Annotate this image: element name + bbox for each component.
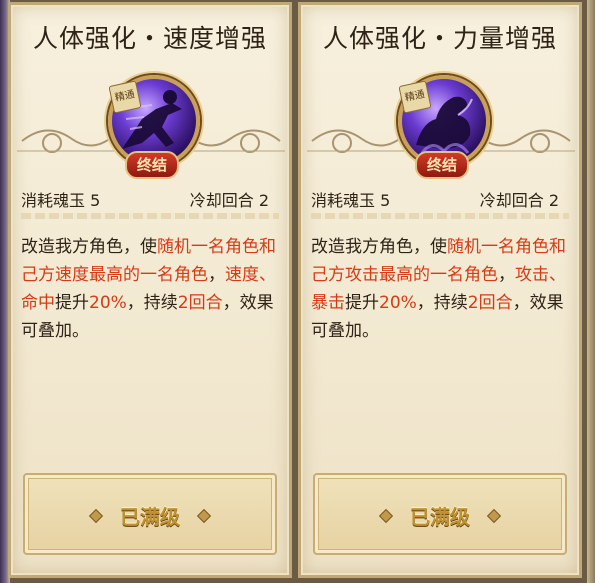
skill-description: 改造我方角色，使随机一名角色和己方攻击最高的一名角色，攻击、暴击提升20%，持续… <box>311 233 569 345</box>
cooldown-label: 冷却回合 <box>189 191 254 210</box>
skill-title: 人体强化・速度增强 <box>32 24 267 53</box>
skill-title: 人体强化・力量增强 <box>322 24 557 53</box>
desc-highlight: 20% <box>89 293 127 313</box>
mastery-tag: 精通 <box>398 80 432 114</box>
cost-stat: 消耗魂玉 5 <box>21 187 100 211</box>
finisher-tag: 终结 <box>125 151 179 179</box>
cooldown-label: 冷却回合 <box>479 191 544 210</box>
desc-highlight: 2回合 <box>177 293 223 313</box>
cooldown-stat: 冷却回合 2 <box>480 187 559 211</box>
finisher-tag: 终结 <box>415 151 469 179</box>
max-level-label: 已满级 <box>410 505 470 529</box>
max-level-label: 已满级 <box>120 505 180 529</box>
max-level-button[interactable]: 已满级 <box>23 473 277 555</box>
desc-text: 改造我方角色，使 <box>21 237 157 257</box>
cost-value: 5 <box>90 191 101 210</box>
desc-highlight: 2回合 <box>467 293 513 313</box>
cooldown-stat: 冷却回合 2 <box>190 187 269 211</box>
skill-stats: 消耗魂玉 5 冷却回合 2 <box>301 185 579 213</box>
skill-stats: 消耗魂玉 5 冷却回合 2 <box>11 185 289 213</box>
desc-highlight: 20% <box>379 293 417 313</box>
cooldown-value: 2 <box>258 191 269 210</box>
cost-label: 消耗魂玉 <box>21 191 86 210</box>
skill-card-power: 人体强化・力量增强 精通 终结 消耗魂玉 5 冷却回合 2 改造我方角色，使随机… <box>298 2 582 578</box>
desc-text: 提升 <box>55 293 89 313</box>
divider <box>311 213 569 219</box>
right-edge-decoration <box>587 0 595 583</box>
cost-stat: 消耗魂玉 5 <box>311 187 390 211</box>
desc-text: ， <box>498 265 515 285</box>
skill-description: 改造我方角色，使随机一名角色和己方速度最高的一名角色，速度、命中提升20%，持续… <box>21 233 279 345</box>
cost-value: 5 <box>380 191 391 210</box>
desc-text: ， <box>208 265 225 285</box>
desc-text: 改造我方角色，使 <box>311 237 447 257</box>
desc-text: ，持续 <box>416 293 468 313</box>
desc-text: 提升 <box>345 293 379 313</box>
desc-text: ，持续 <box>126 293 178 313</box>
skill-card-speed: 人体强化・速度增强 精通 终结 消耗魂玉 5 冷却回合 2 改造我方角色，使随机… <box>8 2 292 578</box>
mastery-tag: 精通 <box>108 80 142 114</box>
max-level-button[interactable]: 已满级 <box>313 473 567 555</box>
cost-label: 消耗魂玉 <box>311 191 376 210</box>
divider <box>21 213 279 219</box>
cooldown-value: 2 <box>548 191 559 210</box>
